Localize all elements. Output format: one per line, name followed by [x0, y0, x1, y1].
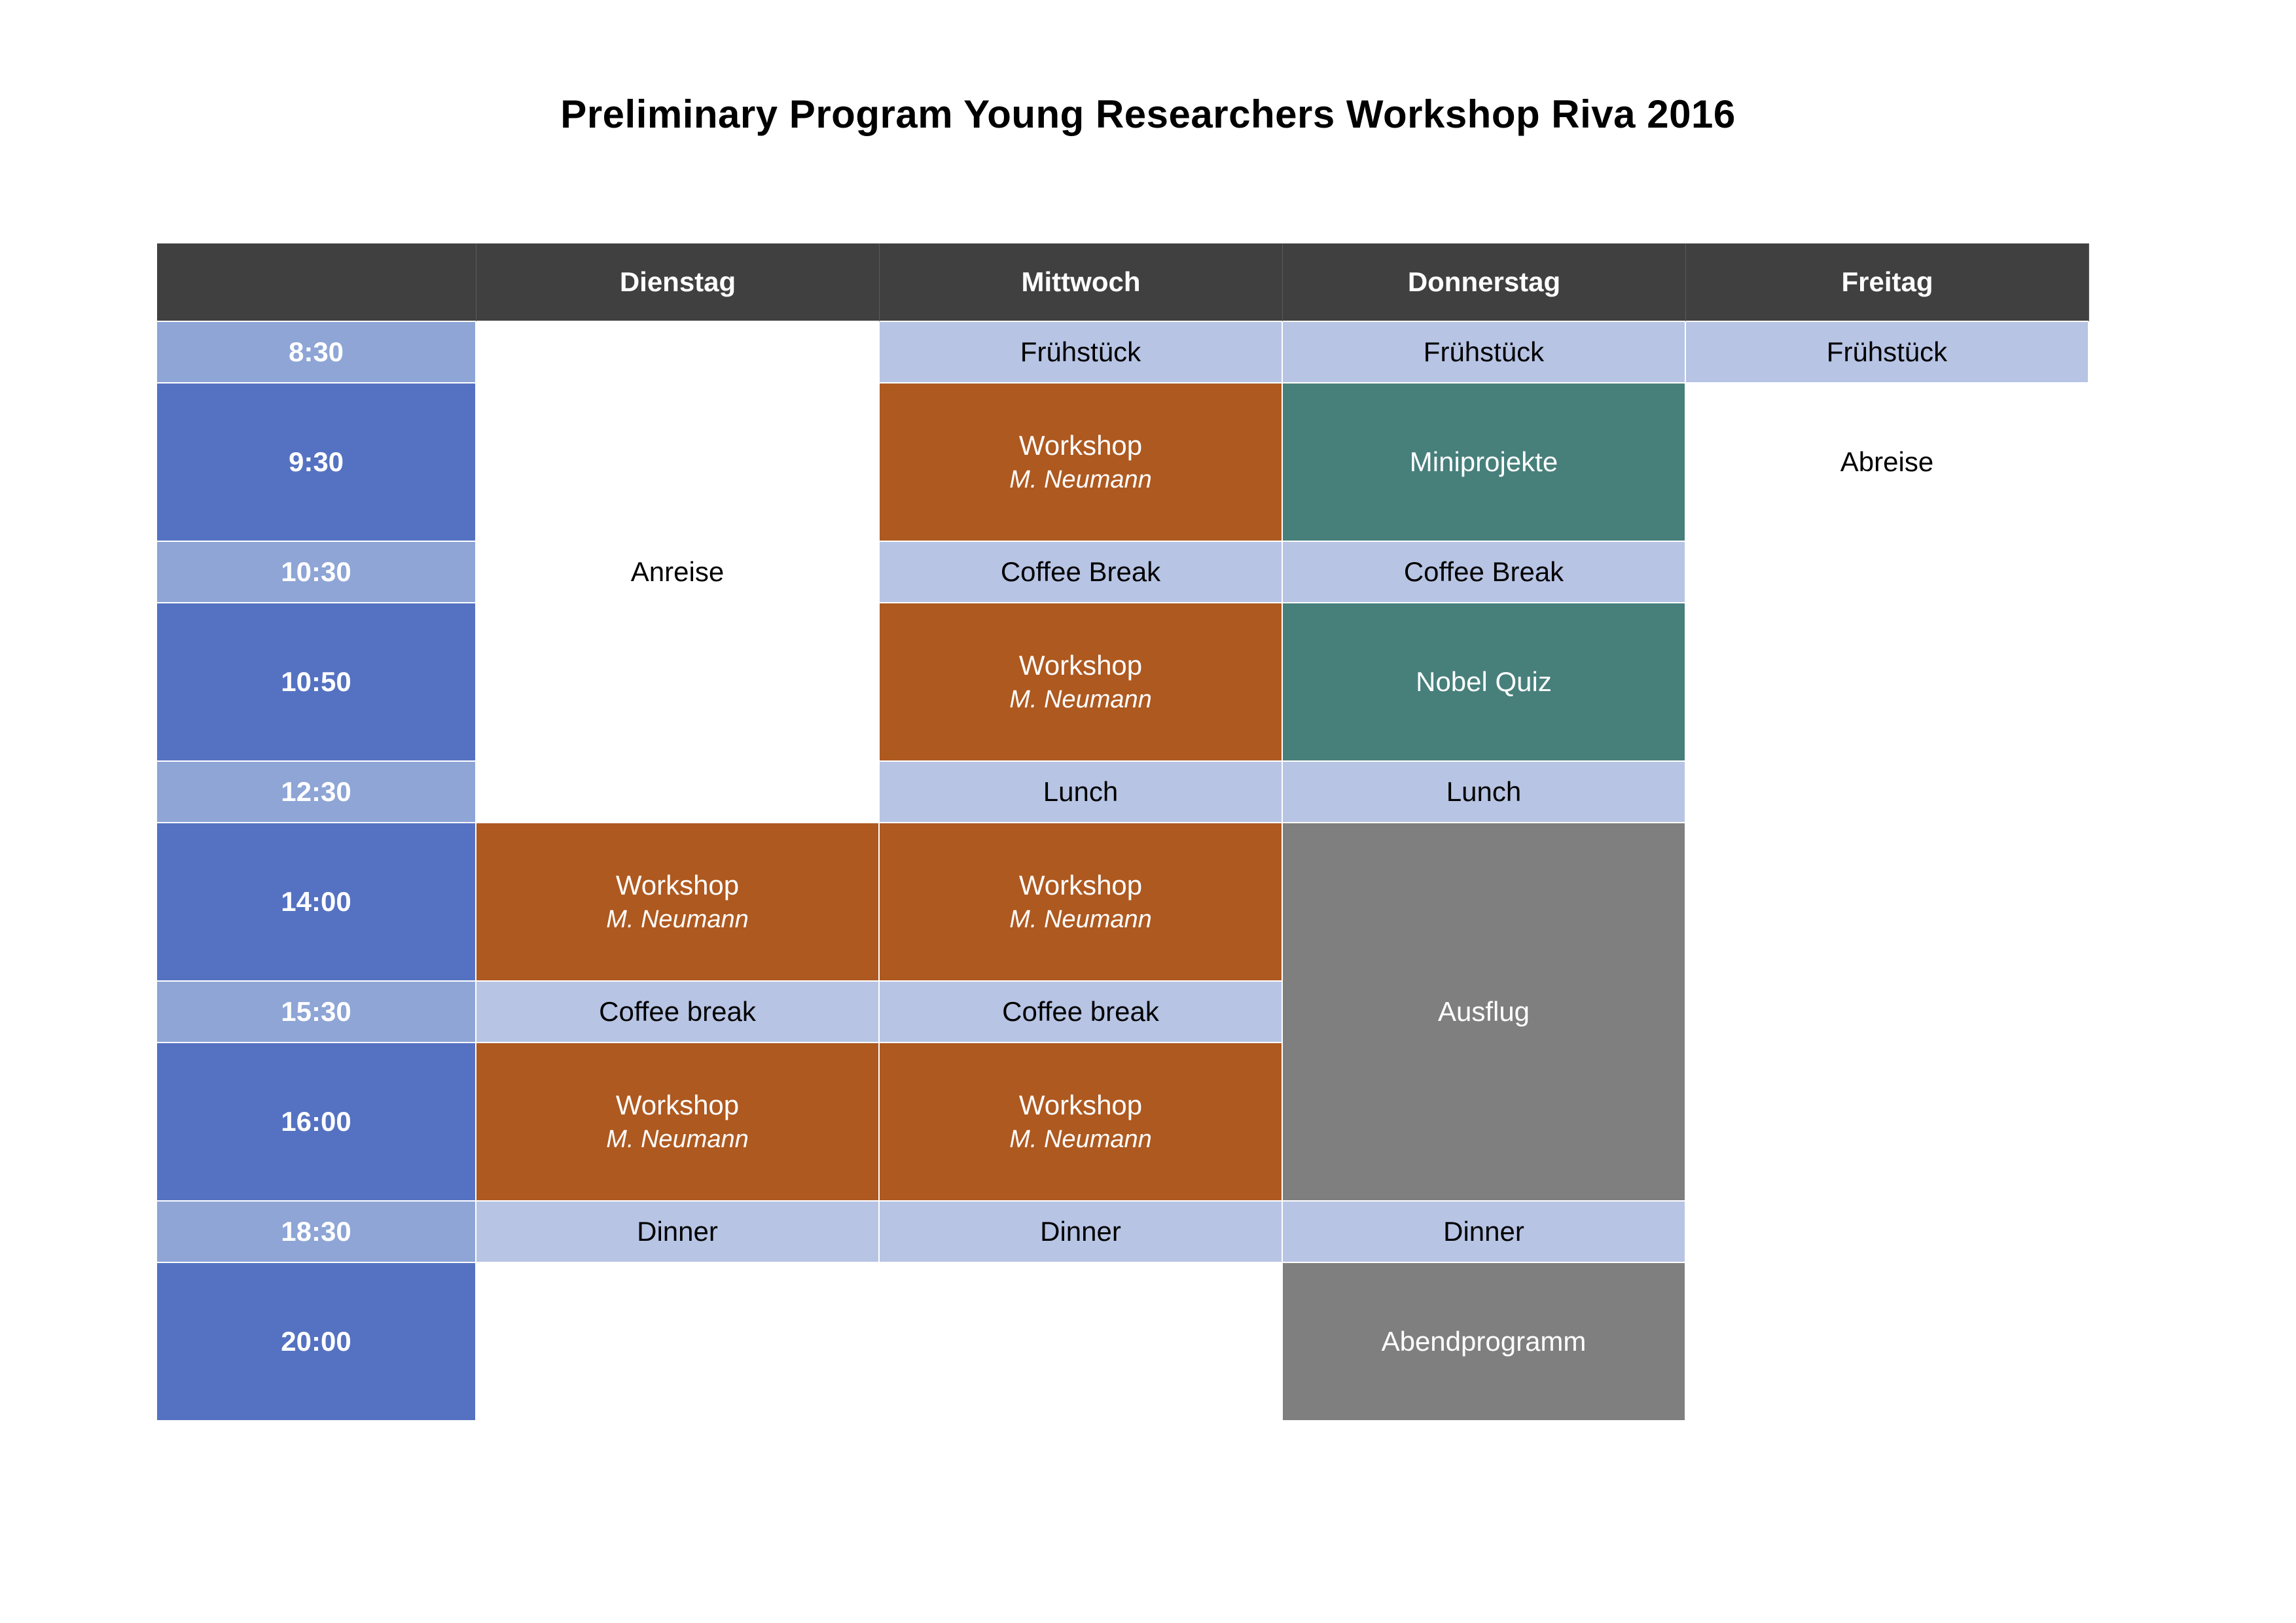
event-title: Workshop: [1018, 870, 1143, 901]
event-title: Frühstück: [1423, 336, 1545, 367]
event-fruehstueck: Frühstück: [880, 322, 1283, 383]
event-speaker: M. Neumann: [1009, 465, 1152, 493]
time-slot: 15:30: [157, 982, 476, 1043]
event-ausflug: Ausflug: [1283, 823, 1686, 1202]
event-title: Nobel Quiz: [1416, 666, 1552, 697]
header-day-donnerstag: Donnerstag: [1283, 243, 1686, 322]
event-fruehstueck: Frühstück: [1283, 322, 1686, 383]
time-slot: 10:50: [157, 603, 476, 762]
event-workshop: Workshop M. Neumann: [476, 823, 880, 982]
event-title: Dinner: [637, 1215, 718, 1247]
event-miniprojekte: Miniprojekte: [1283, 383, 1686, 542]
event-workshop: Workshop M. Neumann: [476, 1043, 880, 1202]
event-title: Lunch: [1446, 776, 1522, 807]
event-title: Lunch: [1043, 776, 1119, 807]
event-title: Workshop: [1018, 1090, 1143, 1120]
event-coffee-break: Coffee break: [476, 982, 880, 1043]
event-speaker: M. Neumann: [606, 905, 749, 933]
event-dinner: Dinner: [476, 1202, 880, 1263]
time-slot: 10:30: [157, 542, 476, 603]
event-title: Coffee Break: [1000, 556, 1161, 587]
event-title: Dinner: [1040, 1215, 1121, 1247]
event-abendprogramm: Abendprogramm: [1283, 1263, 1686, 1421]
event-abreise: Abreise: [1686, 383, 2089, 542]
time-slot: 8:30: [157, 322, 476, 383]
event-coffee-break: Coffee Break: [1283, 542, 1686, 603]
event-title: Anreise: [630, 556, 725, 587]
event-fruehstueck: Frühstück: [1686, 322, 2089, 383]
event-dinner: Dinner: [1283, 1202, 1686, 1263]
event-speaker: M. Neumann: [1009, 905, 1152, 933]
event-workshop: Workshop M. Neumann: [880, 603, 1283, 762]
event-title: Coffee break: [1002, 995, 1159, 1027]
time-slot: 16:00: [157, 1043, 476, 1202]
time-slot: 12:30: [157, 762, 476, 823]
event-coffee-break: Coffee break: [880, 982, 1283, 1043]
event-coffee-break: Coffee Break: [880, 542, 1283, 603]
event-speaker: M. Neumann: [1009, 685, 1152, 713]
event-title: Coffee Break: [1403, 556, 1564, 587]
event-title: Dinner: [1443, 1215, 1524, 1247]
schedule-table: Dienstag Mittwoch Donnerstag Freitag 8:3…: [157, 243, 2089, 1421]
event-workshop: Workshop M. Neumann: [880, 823, 1283, 982]
event-title: Workshop: [615, 870, 740, 901]
event-nobel-quiz: Nobel Quiz: [1283, 603, 1686, 762]
event-title: Workshop: [615, 1090, 740, 1120]
time-slot: 20:00: [157, 1263, 476, 1421]
event-workshop: Workshop M. Neumann: [880, 1043, 1283, 1202]
event-lunch: Lunch: [880, 762, 1283, 823]
event-anreise: Anreise: [476, 322, 880, 823]
event-title: Coffee break: [599, 995, 756, 1027]
header-corner: [157, 243, 476, 322]
event-title: Abendprogramm: [1381, 1325, 1587, 1357]
event-speaker: M. Neumann: [606, 1125, 749, 1153]
header-day-freitag: Freitag: [1686, 243, 2089, 322]
event-title: Frühstück: [1826, 336, 1948, 367]
time-slot: 18:30: [157, 1202, 476, 1263]
event-speaker: M. Neumann: [1009, 1125, 1152, 1153]
event-title: Frühstück: [1020, 336, 1141, 367]
event-title: Abreise: [1840, 446, 1934, 477]
time-slot: 9:30: [157, 383, 476, 542]
event-title: Miniprojekte: [1409, 446, 1558, 477]
event-title: Workshop: [1018, 430, 1143, 461]
page-title: Preliminary Program Young Researchers Wo…: [560, 92, 1736, 136]
header-day-mittwoch: Mittwoch: [880, 243, 1283, 322]
header-day-dienstag: Dienstag: [476, 243, 880, 322]
time-slot: 14:00: [157, 823, 476, 982]
event-dinner: Dinner: [880, 1202, 1283, 1263]
event-workshop: Workshop M. Neumann: [880, 383, 1283, 542]
event-title: Workshop: [1018, 650, 1143, 681]
event-lunch: Lunch: [1283, 762, 1686, 823]
event-title: Ausflug: [1437, 995, 1530, 1027]
